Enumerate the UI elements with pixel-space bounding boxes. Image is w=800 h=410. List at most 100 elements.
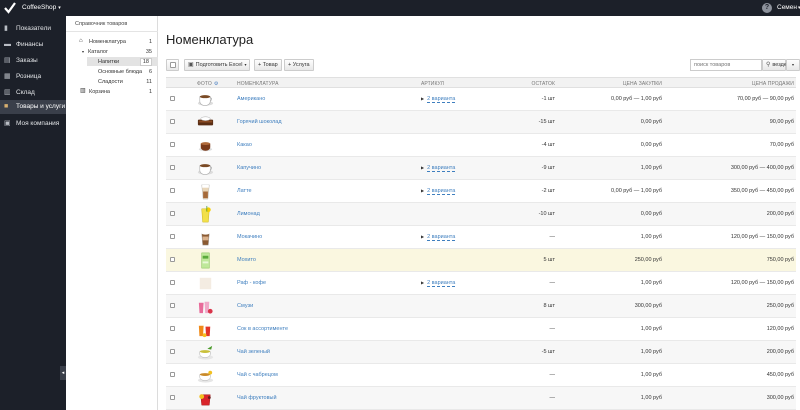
stock-value: —: [549, 395, 556, 401]
row-checkbox[interactable]: [170, 211, 175, 216]
row-checkbox[interactable]: [170, 119, 175, 124]
tree-item-count: 18: [139, 58, 152, 66]
product-name-link[interactable]: Американо: [237, 96, 265, 102]
select-all-button[interactable]: [166, 59, 179, 71]
export-excel-button[interactable]: ▣ Подготовить Excel ▾: [184, 59, 251, 71]
column-article[interactable]: АРТИКУЛ: [421, 81, 444, 87]
column-stock[interactable]: ОСТАТОК: [532, 81, 556, 87]
variants-link[interactable]: ▶ 2 варианта: [421, 165, 456, 172]
row-checkbox[interactable]: [170, 349, 175, 354]
column-purchase-price[interactable]: ЦЕНА ЗАКУПКИ: [623, 81, 662, 87]
row-checkbox[interactable]: [170, 188, 175, 193]
stock-value: -10 шт: [538, 211, 555, 217]
table-row[interactable]: Чай фруктовый — 1,00 руб 300,00 руб: [166, 387, 796, 410]
expand-triangle-icon: ▶: [421, 234, 425, 239]
add-service-button[interactable]: + Услуга: [284, 59, 314, 71]
select-all-checkbox[interactable]: [170, 62, 176, 68]
row-checkbox[interactable]: [170, 372, 175, 377]
product-name-link[interactable]: Чай фруктовый: [237, 395, 277, 401]
row-checkbox[interactable]: [170, 257, 175, 262]
sale-price-value: 300,00 руб — 400,00 руб: [730, 165, 794, 171]
variants-link[interactable]: ▶ 2 варианта: [421, 234, 456, 241]
search-input[interactable]: [690, 59, 762, 71]
product-name-link[interactable]: Лимонад: [237, 211, 260, 217]
row-checkbox[interactable]: [170, 303, 175, 308]
table-row[interactable]: Раф - кофе ▶ 2 варианта — 1,00 руб 120,00 руб…: [166, 272, 796, 295]
product-name-link[interactable]: Горячий шоколад: [237, 119, 282, 125]
row-checkbox[interactable]: [170, 165, 175, 170]
table-row[interactable]: Мохито 5 шт 250,00 руб 750,00 руб: [166, 249, 796, 272]
table-row[interactable]: Чай с чабрецом — 1,00 руб 450,00 руб: [166, 364, 796, 387]
table-row[interactable]: Капучино ▶ 2 варианта -9 шт 1,00 руб 300,00 р…: [166, 157, 796, 180]
add-product-button[interactable]: + Товар: [254, 59, 282, 71]
variants-link[interactable]: ▶ 2 варианта: [421, 280, 456, 287]
nav-item-finance[interactable]: ▬ Финансы: [0, 38, 66, 51]
expand-triangle-icon: ▶: [421, 165, 425, 170]
table-row[interactable]: Латте ▶ 2 варианта -2 шт 0,00 руб — 1,00 руб…: [166, 180, 796, 203]
product-name-link[interactable]: Смузи: [237, 303, 253, 309]
product-name-link[interactable]: Мокачино: [237, 234, 262, 240]
row-checkbox[interactable]: [170, 326, 175, 331]
tree-item-count: 6: [148, 69, 152, 75]
page-title: Номенклатура: [166, 32, 254, 47]
row-checkbox[interactable]: [170, 234, 175, 239]
product-name-link[interactable]: Сок в ассортименте: [237, 326, 288, 332]
table-row[interactable]: Сок в ассортименте — 1,00 руб 120,00 руб: [166, 318, 796, 341]
table-row[interactable]: Горячий шоколад -15 шт 0,00 руб 90,00 руб: [166, 111, 796, 134]
user-menu[interactable]: Семен▾: [777, 4, 800, 11]
nav-item-warehouse[interactable]: ▥ Склад: [0, 86, 66, 99]
checkmark-logo-icon[interactable]: [4, 2, 16, 14]
sale-price-value: 450,00 руб: [766, 372, 794, 378]
tree-item-sweets[interactable]: Сладости 11: [66, 77, 158, 86]
product-name-link[interactable]: Чай зеленый: [237, 349, 270, 355]
stock-value: -1 шт: [541, 96, 555, 102]
tree-item-nomenclature[interactable]: ⌂ Номенклатура 1: [66, 37, 158, 46]
nav-item-indicators[interactable]: ▮ Показатели: [0, 22, 66, 35]
row-checkbox[interactable]: [170, 142, 175, 147]
tree-item-catalog[interactable]: ▾ Каталог 35: [66, 47, 158, 56]
column-name[interactable]: НОМЕНКЛАТУРА: [237, 81, 279, 87]
row-checkbox[interactable]: [170, 395, 175, 400]
row-checkbox[interactable]: [170, 96, 175, 101]
gear-icon[interactable]: ⚙: [214, 81, 219, 87]
nav-item-products[interactable]: ■ Товары и услуги: [0, 100, 66, 114]
export-excel-label: Подготовить Excel: [195, 62, 243, 68]
tree-item-main-dishes[interactable]: Основные блюда 6: [66, 67, 158, 76]
search-options-dropdown[interactable]: ▾: [786, 59, 800, 71]
table-row[interactable]: Какао -4 шт 0,00 руб 70,00 руб: [166, 134, 796, 157]
product-name-link[interactable]: Латте: [237, 188, 252, 194]
purchase-price-value: 1,00 руб: [640, 280, 662, 286]
column-sale-price[interactable]: ЦЕНА ПРОДАЖИ: [752, 81, 794, 87]
purchase-price-value: 250,00 руб: [634, 257, 662, 263]
nav-item-company[interactable]: ▣ Моя компания: [0, 117, 66, 130]
variants-link[interactable]: ▶ 2 варианта: [421, 96, 456, 103]
product-name-link[interactable]: Мохито: [237, 257, 256, 263]
chevron-down-icon: ▾: [58, 5, 61, 11]
product-name-link[interactable]: Какао: [237, 142, 252, 148]
table-row[interactable]: Лимонад -10 шт 0,00 руб 200,00 руб: [166, 203, 796, 226]
tree-item-drinks[interactable]: Напитки 18: [87, 57, 158, 66]
help-icon[interactable]: ?: [762, 3, 772, 13]
app-switcher[interactable]: CoffeeShop ▾: [22, 4, 61, 11]
sale-price-value: 300,00 руб: [766, 395, 794, 401]
tree-item-trash[interactable]: ▥ Корзина 1: [66, 87, 158, 96]
variants-link[interactable]: ▶ 2 варианта: [421, 188, 456, 195]
product-photo: [196, 251, 215, 270]
table-row[interactable]: Чай зеленый -5 шт 1,00 руб 200,00 руб: [166, 341, 796, 364]
table-row[interactable]: Американо ▶ 2 варианта -1 шт 0,00 руб — 1,00…: [166, 88, 796, 111]
purchase-price-value: 0,00 руб: [640, 211, 662, 217]
expand-toggle-icon: ▾: [82, 49, 85, 54]
product-name-link[interactable]: Раф - кофе: [237, 280, 266, 286]
search-scope-button[interactable]: ⚲ везде: [762, 59, 787, 71]
column-photo[interactable]: ФОТО ⚙: [197, 81, 218, 87]
product-name-link[interactable]: Чай с чабрецом: [237, 372, 278, 378]
nav-item-retail[interactable]: ▦ Розница: [0, 70, 66, 83]
product-photo: [196, 343, 215, 362]
sale-price-value: 350,00 руб — 450,00 руб: [730, 188, 794, 194]
nav-item-orders[interactable]: ▤ Заказы: [0, 54, 66, 67]
product-name-link[interactable]: Капучино: [237, 165, 261, 171]
tree-item-count: 1: [148, 39, 152, 45]
table-row[interactable]: Смузи 8 шт 300,00 руб 250,00 руб: [166, 295, 796, 318]
row-checkbox[interactable]: [170, 280, 175, 285]
table-row[interactable]: Мокачино ▶ 2 варианта — 1,00 руб 120,00 руб —…: [166, 226, 796, 249]
